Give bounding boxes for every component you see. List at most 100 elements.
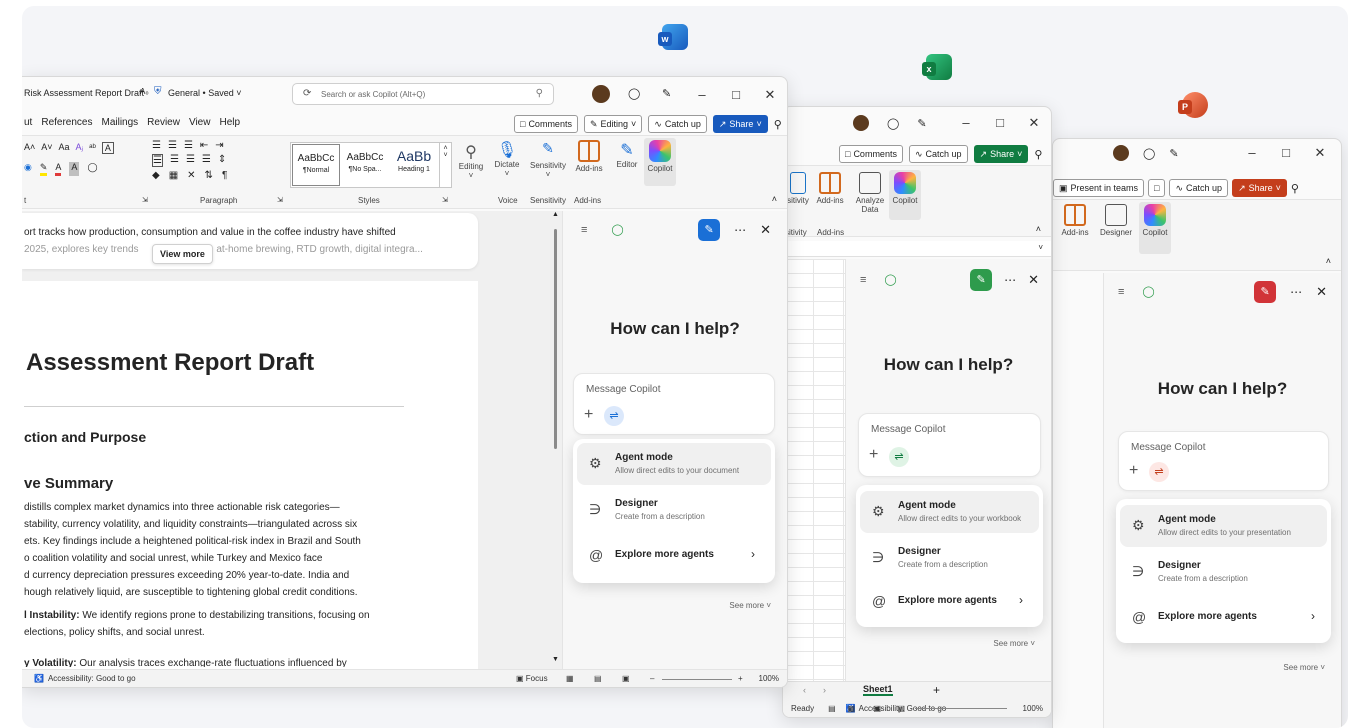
message-box[interactable]: Message Copilot + ⇌ <box>858 413 1041 477</box>
lightbulb-icon[interactable]: ◯ <box>1143 147 1155 160</box>
more-icon[interactable]: ⋯ <box>1290 285 1302 299</box>
show-marks-button[interactable]: ¶ <box>222 170 227 181</box>
catch-up-button[interactable]: ∿ Catch up <box>1169 179 1229 197</box>
scroll-down-icon[interactable]: ▼ <box>552 656 559 663</box>
spreadsheet-grid[interactable] <box>783 259 845 681</box>
character-shading-icon[interactable]: A <box>69 162 80 176</box>
align-left-button[interactable]: ☰ <box>152 154 163 167</box>
new-chat-button[interactable]: ✎ <box>1254 281 1277 303</box>
more-icon[interactable]: ⋯ <box>1004 273 1016 287</box>
maximize-button[interactable]: □ <box>719 87 753 103</box>
font-dialog-launcher[interactable]: ⇲ <box>142 196 148 204</box>
people-icon[interactable]: ⚲ <box>774 118 782 131</box>
collapse-ribbon-icon[interactable]: ˄ <box>772 194 777 204</box>
tab-review[interactable]: Review <box>147 117 180 128</box>
borders-button[interactable]: ▦ <box>169 170 178 181</box>
enclose-character-icon[interactable]: ◯ <box>87 162 97 176</box>
message-input[interactable]: Message Copilot <box>1131 442 1205 453</box>
share-button[interactable]: ↗ Share ˅ <box>712 115 768 133</box>
justify-button[interactable]: ☰ <box>202 154 211 167</box>
new-chat-button[interactable]: ✎ <box>698 219 721 241</box>
designer-item[interactable]: ∋ Designer Create from a description <box>1120 551 1327 593</box>
new-chat-button[interactable]: ✎ <box>970 269 993 291</box>
explore-agents-item[interactable]: @ Explore more agents › <box>860 581 1039 623</box>
clear-formatting-button[interactable]: Aⱼ <box>76 142 84 154</box>
editor-button[interactable]: ✎ Editor <box>612 140 642 169</box>
menu-icon[interactable]: ≡ <box>1118 286 1124 298</box>
document-title[interactable]: Risk Assessment Report Draft <box>24 88 144 98</box>
zoom-level[interactable]: 100% <box>759 674 779 683</box>
message-box[interactable]: Message Copilot + ⇌ <box>573 373 775 435</box>
people-icon[interactable]: ⚲ <box>1034 148 1042 161</box>
zoom-in-icon[interactable]: + <box>738 674 743 683</box>
sheet-tab[interactable]: Sheet1 <box>863 684 893 696</box>
analyze-data-button[interactable]: Analyze Data <box>851 172 889 214</box>
see-more-button[interactable]: See more ˅ <box>993 639 1035 648</box>
pen-icon[interactable]: ✎ <box>1169 147 1178 160</box>
excel-addins-button[interactable]: Add-ins <box>813 172 847 205</box>
decrease-indent-button[interactable]: ⇤ <box>200 140 208 151</box>
increase-indent-button[interactable]: ⇥ <box>215 140 223 151</box>
designer-item[interactable]: ∋ Designer Create from a description <box>860 537 1039 579</box>
character-border-button[interactable]: A <box>101 142 114 154</box>
tab-help[interactable]: Help <box>219 117 240 128</box>
close-pane-icon[interactable]: ✕ <box>760 222 771 238</box>
editing-mode-button[interactable]: ✎ Editing ˅ <box>583 115 643 133</box>
web-layout-icon[interactable]: ▣ <box>622 674 630 683</box>
excel-sensitivity-button[interactable]: sitivity <box>785 172 811 205</box>
minimize-button[interactable]: – <box>685 87 719 103</box>
asian-layout-button[interactable]: ✕ <box>187 170 195 181</box>
comments-button[interactable]: □ Comments <box>514 115 578 133</box>
tab-view[interactable]: View <box>189 117 211 128</box>
lightbulb-icon[interactable]: ◯ <box>628 87 640 100</box>
sort-button[interactable]: ⇅ <box>205 170 213 181</box>
close-button[interactable]: ✕ <box>1017 115 1051 131</box>
agent-mode-item[interactable]: ⚙ Agent mode Allow direct edits to your … <box>577 443 771 485</box>
center-button[interactable]: ☰ <box>170 154 179 167</box>
styles-dialog-launcher[interactable]: ⇲ <box>442 196 448 204</box>
addins-button[interactable]: Add-ins <box>572 140 606 173</box>
view-more-button[interactable]: View more <box>152 244 213 264</box>
explore-agents-item[interactable]: @ Explore more agents › <box>577 535 771 577</box>
agent-mode-item[interactable]: ⚙ Agent mode Allow direct edits to your … <box>860 491 1039 533</box>
sheet-next-icon[interactable]: › <box>823 685 826 695</box>
message-input[interactable]: Message Copilot <box>586 384 660 395</box>
page-break-icon[interactable]: ▤ <box>897 704 905 713</box>
align-right-button[interactable]: ☰ <box>186 154 195 167</box>
style-normal[interactable]: AaBbCc ¶Normal <box>292 144 340 186</box>
style-no-spacing[interactable]: AaBbCc ¶No Spa... <box>341 143 389 187</box>
close-button[interactable]: ✕ <box>1303 145 1337 161</box>
search-box[interactable]: ⟳ Search or ask Copilot (Alt+Q) ⚲ <box>292 83 554 105</box>
zoom-out-icon[interactable]: – <box>650 674 654 683</box>
pen-icon[interactable]: ✎ <box>917 117 926 130</box>
see-more-button[interactable]: See more ˅ <box>729 601 771 610</box>
agent-toggle-icon[interactable]: ⇌ <box>889 447 909 467</box>
macro-icon[interactable]: ▤ <box>828 704 836 713</box>
collapse-ribbon-icon[interactable]: ˄ <box>1326 256 1331 266</box>
agent-mode-item[interactable]: ⚙ Agent mode Allow direct edits to your … <box>1120 505 1327 547</box>
ppt-addins-button[interactable]: Add-ins <box>1061 204 1089 237</box>
present-in-teams-button[interactable]: ▣ Present in teams <box>1053 179 1145 197</box>
tab-references[interactable]: References <box>41 117 92 128</box>
plus-icon[interactable]: + <box>584 406 593 424</box>
line-spacing-button[interactable]: ⇕ <box>218 154 226 167</box>
see-more-button[interactable]: See more ˅ <box>1283 663 1325 672</box>
minimize-button[interactable]: – <box>949 115 983 131</box>
sheet-prev-icon[interactable]: ‹ <box>803 685 806 695</box>
numbering-button[interactable]: ☰ <box>168 140 177 151</box>
message-box[interactable]: Message Copilot + ⇌ <box>1118 431 1329 491</box>
paragraph-dialog-launcher[interactable]: ⇲ <box>277 196 283 204</box>
dictate-button[interactable]: 🎙 Dictate ˅ <box>492 140 522 178</box>
close-button[interactable]: ✕ <box>753 87 787 103</box>
lightbulb-icon[interactable]: ◯ <box>887 117 899 130</box>
shrink-font-button[interactable]: A˅ <box>41 142 52 154</box>
scroll-up-icon[interactable]: ▲ <box>552 211 559 218</box>
grow-font-button[interactable]: A˄ <box>24 142 35 154</box>
comments-button[interactable]: □ Comments <box>839 145 903 163</box>
catch-up-button[interactable]: ∿ Catch up <box>908 145 968 163</box>
share-button[interactable]: ↗ Share ˅ <box>1232 179 1287 197</box>
agent-toggle-icon[interactable]: ⇌ <box>604 406 624 426</box>
formula-bar[interactable]: ˅ <box>783 241 1051 257</box>
sensitivity-status[interactable]: General • Saved ˅ <box>168 88 241 98</box>
menu-icon[interactable]: ≡ <box>860 274 866 286</box>
